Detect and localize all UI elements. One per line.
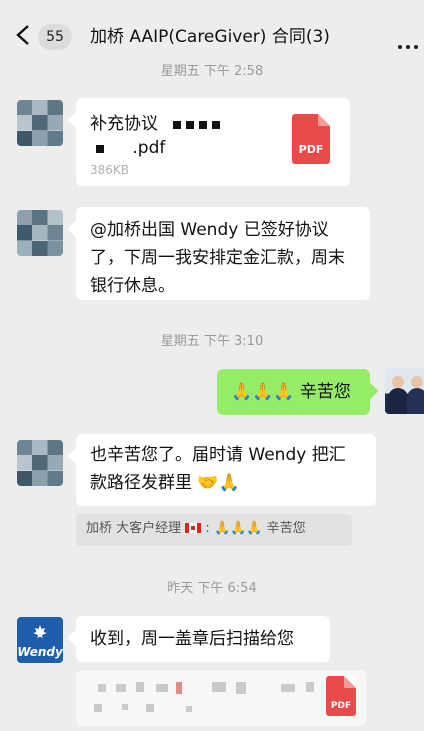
praying-hands-emoji: 🙏🙏🙏	[231, 382, 295, 402]
timestamp: 星期五 下午 3:10	[160, 334, 264, 349]
quote-text: 辛苦您	[266, 521, 306, 536]
avatar-wendy[interactable]: Wendy	[17, 617, 63, 663]
quoted-message[interactable]: 加桥 大客户经理 : 🙏🙏🙏 辛苦您	[76, 514, 352, 546]
file-name: 补充协议 .pdf	[90, 112, 225, 160]
chevron-left-icon[interactable]	[14, 24, 34, 46]
text-message[interactable]: @加桥出国 Wendy 已签好协议了，下周一我安排定金汇款，周末银行休息。	[76, 207, 370, 300]
pdf-file-icon: PDF	[326, 676, 356, 716]
redacted-text	[96, 138, 109, 158]
unread-count-badge[interactable]: 55	[38, 24, 72, 50]
redacted-text	[173, 114, 225, 134]
avatar[interactable]	[17, 210, 63, 256]
file-message[interactable]: PDF	[76, 670, 366, 726]
avatar[interactable]	[17, 440, 63, 486]
timestamp: 昨天 下午 6:54	[167, 581, 257, 596]
text-message[interactable]: 收到，周一盖章后扫描给您	[76, 616, 330, 662]
maple-leaf-icon	[33, 625, 47, 638]
text-message[interactable]: 也辛苦您了。届时请 Wendy 把汇款路径发群里 🤝🙏	[76, 434, 376, 506]
canada-flag-icon	[185, 523, 202, 533]
more-dots-icon[interactable]	[398, 34, 422, 49]
my-avatar[interactable]	[385, 368, 424, 414]
pdf-file-icon: PDF	[292, 114, 330, 164]
sent-message[interactable]: 🙏🙏🙏 辛苦您	[217, 369, 370, 415]
praying-hands-emoji: 🙏🙏🙏	[213, 521, 263, 536]
sent-message-text: 辛苦您	[299, 382, 351, 402]
chat-title: 加桥 AAIP(CareGiver) 合同(3)	[90, 27, 330, 47]
file-message[interactable]: 补充协议 .pdf 386KB PDF	[76, 98, 350, 186]
timestamp: 星期五 下午 2:58	[160, 64, 264, 79]
handshake-emoji: 🤝🙏	[197, 473, 240, 493]
chat-header: 55 加桥 AAIP(CareGiver) 合同(3)	[0, 0, 424, 62]
file-size: 386KB	[90, 163, 130, 177]
avatar[interactable]	[17, 100, 63, 146]
quote-sender: 加桥 大客户经理	[86, 521, 182, 536]
